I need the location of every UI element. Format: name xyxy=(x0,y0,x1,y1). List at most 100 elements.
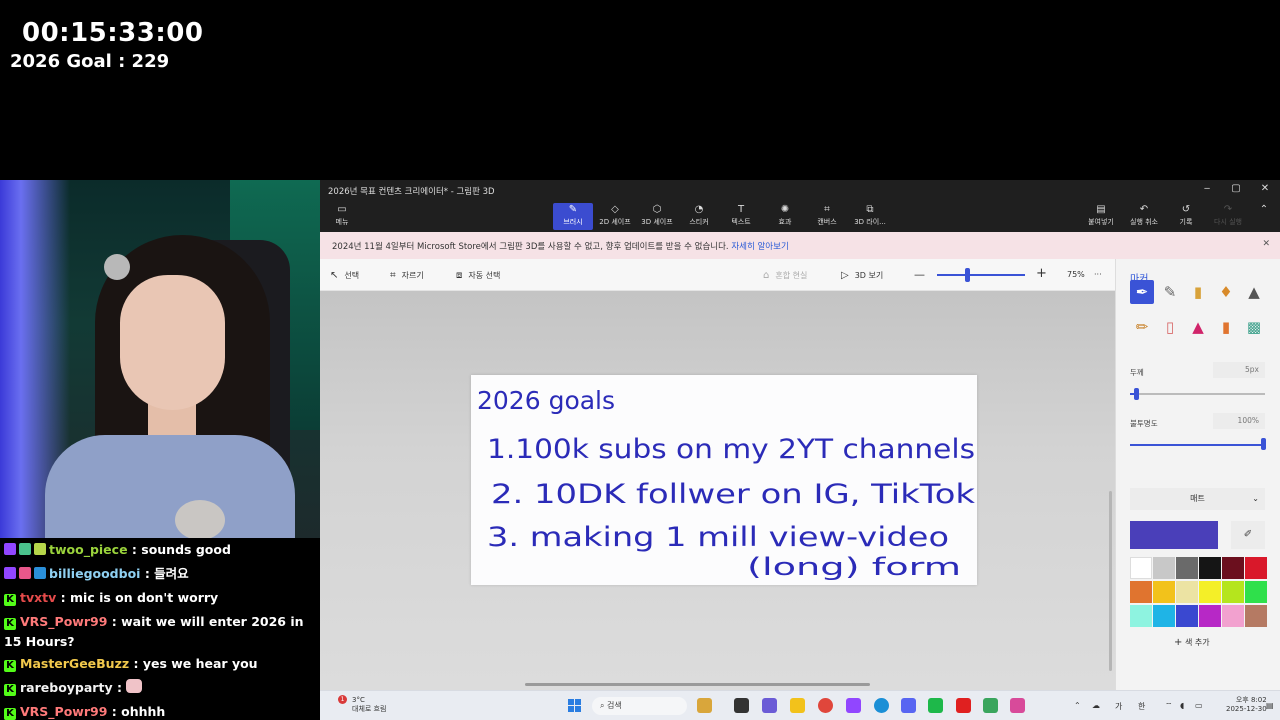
zoom-slider-track[interactable] xyxy=(937,274,1025,276)
spray-can-icon[interactable]: ▮ xyxy=(1214,315,1238,339)
tab-3d-shapes[interactable]: ⬡ 3D 셰이프 xyxy=(637,203,677,230)
vertical-scrollbar[interactable] xyxy=(1109,491,1112,671)
notifications-icon[interactable]: ▤ xyxy=(1266,701,1274,710)
color-swatch[interactable] xyxy=(1153,557,1175,579)
file-explorer-icon[interactable] xyxy=(790,698,805,713)
ime-mode[interactable]: 한 xyxy=(1138,701,1145,712)
taskbar-search[interactable]: ⌕ 검색 xyxy=(592,697,687,715)
collapse-ribbon-button[interactable]: ⌃ xyxy=(1252,203,1276,230)
opacity-slider[interactable] xyxy=(1130,444,1265,446)
finish-dropdown[interactable]: 매트 ⌄ xyxy=(1130,488,1265,510)
eraser-icon[interactable]: ▯ xyxy=(1158,315,1182,339)
history-button[interactable]: ↺ 기록 xyxy=(1166,203,1206,230)
opacity-input[interactable]: 100% xyxy=(1213,413,1265,429)
menu-button[interactable]: ▭ 메뉴 xyxy=(322,203,362,230)
color-swatch[interactable] xyxy=(1222,581,1244,603)
color-swatch[interactable] xyxy=(1245,581,1267,603)
chat-username[interactable]: MasterGeeBuzz xyxy=(20,656,129,671)
close-button[interactable]: ✕ xyxy=(1258,183,1272,194)
redo-button[interactable]: ↷ 다시 실행 xyxy=(1207,203,1249,230)
select-tool[interactable]: ↖ 선택 xyxy=(330,270,359,281)
thickness-slider[interactable] xyxy=(1130,393,1265,395)
view-3d-button[interactable]: ▷ 3D 보기 xyxy=(841,270,883,281)
zoom-slider-thumb[interactable] xyxy=(965,268,970,282)
tab-2d-shapes[interactable]: ◇ 2D 셰이프 xyxy=(595,203,635,230)
more-options-button[interactable]: ··· xyxy=(1094,270,1102,279)
color-swatch[interactable] xyxy=(1176,581,1198,603)
copilot-icon[interactable] xyxy=(762,698,777,713)
crayon-icon[interactable]: ▲ xyxy=(1186,315,1210,339)
color-swatch[interactable] xyxy=(1153,605,1175,627)
pixel-pen-icon[interactable]: ▲ xyxy=(1242,280,1266,304)
mixed-reality-button[interactable]: ⌂ 혼합 현실 xyxy=(763,270,807,281)
color-swatch[interactable] xyxy=(1130,581,1152,603)
tab-effects[interactable]: ✺ 효과 xyxy=(765,203,805,230)
discord-icon[interactable] xyxy=(901,698,916,713)
chat-username[interactable]: twoo_piece xyxy=(49,542,128,557)
show-hidden-icons[interactable]: ⌃ xyxy=(1074,701,1081,710)
chat-username[interactable]: tvxtv xyxy=(20,590,56,605)
calligraphy-pen-icon[interactable]: ✎ xyxy=(1158,280,1182,304)
color-swatch[interactable] xyxy=(1222,605,1244,627)
volume-icon[interactable]: ◖ xyxy=(1180,701,1184,710)
weather-widget[interactable]: 1 3°C 대체로 흐림 xyxy=(338,695,386,714)
maximize-button[interactable]: ▢ xyxy=(1229,183,1243,194)
minimize-button[interactable]: ‒ xyxy=(1200,183,1214,194)
zoom-out-button[interactable]: — xyxy=(914,268,925,281)
ime-language[interactable]: 가 xyxy=(1115,701,1122,712)
color-swatch[interactable] xyxy=(1130,557,1152,579)
paste-button[interactable]: ▤ 붙여넣기 xyxy=(1080,203,1122,230)
tab-stickers[interactable]: ◔ 스티커 xyxy=(679,203,719,230)
color-swatch[interactable] xyxy=(1199,605,1221,627)
crop-tool[interactable]: ⌗ 자르기 xyxy=(390,270,424,281)
chat-username[interactable]: VRS_Powr99 xyxy=(20,614,107,629)
paint3d-taskbar-icon[interactable] xyxy=(1010,698,1025,713)
naver-icon[interactable] xyxy=(928,698,943,713)
magic-select-tool[interactable]: ⧈ 자동 선택 xyxy=(456,270,500,281)
tab-canvas[interactable]: ⌗ 캔버스 xyxy=(807,203,847,230)
color-swatch[interactable] xyxy=(1176,605,1198,627)
edge-icon[interactable] xyxy=(874,698,889,713)
color-swatch[interactable] xyxy=(1153,581,1175,603)
color-swatch[interactable] xyxy=(1176,557,1198,579)
twitch-icon[interactable] xyxy=(846,698,861,713)
chat-username[interactable]: rareboyparty xyxy=(20,680,113,695)
clock[interactable]: 오후 8:02 2025-12-30 xyxy=(1226,696,1267,714)
wifi-icon[interactable]: ⌔ xyxy=(1165,701,1173,711)
thickness-input[interactable]: 5px xyxy=(1213,362,1265,378)
chrome-icon[interactable] xyxy=(818,698,833,713)
notepad-icon[interactable] xyxy=(983,698,998,713)
color-swatch[interactable] xyxy=(1130,605,1152,627)
thickness-slider-thumb[interactable] xyxy=(1134,388,1139,400)
chat-username[interactable]: VRS_Powr99 xyxy=(20,704,107,719)
eyedropper-icon[interactable]: ✐ xyxy=(1231,521,1265,549)
opacity-slider-thumb[interactable] xyxy=(1261,438,1266,450)
canvas-area[interactable]: 2026 goals 1.100k subs on my 2YT channel… xyxy=(320,291,1115,690)
onedrive-icon[interactable]: ☁ xyxy=(1092,701,1100,710)
pencil-icon[interactable]: ✏ xyxy=(1130,315,1154,339)
windows-start-icon[interactable] xyxy=(568,699,582,713)
marker-icon[interactable]: ✒ xyxy=(1130,280,1154,304)
undo-button[interactable]: ↶ 실행 취소 xyxy=(1123,203,1165,230)
color-swatch[interactable] xyxy=(1199,581,1221,603)
widget-icon[interactable] xyxy=(697,698,712,713)
chat-username[interactable]: billiegoodboi xyxy=(49,566,140,581)
learn-more-link[interactable]: 자세히 알아보기 xyxy=(731,242,788,252)
task-view-icon[interactable] xyxy=(734,698,749,713)
battery-icon[interactable]: ▭ xyxy=(1195,701,1203,710)
watercolor-icon[interactable]: ♦ xyxy=(1214,280,1238,304)
tab-brushes[interactable]: ✎ 브러시 xyxy=(553,203,593,230)
color-swatch[interactable] xyxy=(1199,557,1221,579)
zoom-in-button[interactable]: + xyxy=(1036,266,1047,281)
canvas[interactable]: 2026 goals 1.100k subs on my 2YT channel… xyxy=(471,375,977,585)
color-swatch[interactable] xyxy=(1222,557,1244,579)
youtube-icon[interactable] xyxy=(956,698,971,713)
horizontal-scrollbar[interactable] xyxy=(525,683,870,686)
color-swatch[interactable] xyxy=(1245,557,1267,579)
current-color-swatch[interactable] xyxy=(1130,521,1218,549)
fill-icon[interactable]: ▩ xyxy=(1242,315,1266,339)
tab-text[interactable]: T 텍스트 xyxy=(721,203,761,230)
color-swatch[interactable] xyxy=(1245,605,1267,627)
add-color-button[interactable]: + 색 추가 xyxy=(1174,637,1210,648)
oil-brush-icon[interactable]: ▮ xyxy=(1186,280,1210,304)
